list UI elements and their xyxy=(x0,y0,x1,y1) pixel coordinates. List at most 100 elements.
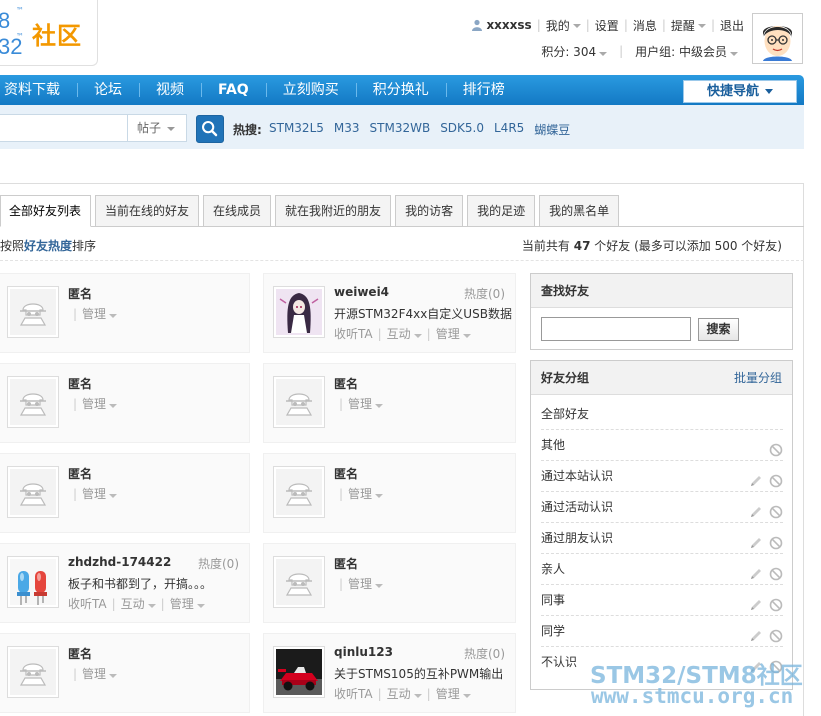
manage-menu[interactable]: 管理 xyxy=(436,325,471,342)
friend-avatar[interactable] xyxy=(273,376,325,428)
hot-search-link[interactable]: 蝴蝶豆 xyxy=(534,121,570,138)
follow-link[interactable]: 收听TA xyxy=(68,595,107,612)
find-friend-title: 查找好友 xyxy=(531,274,792,308)
friend-actions: | 管理 xyxy=(334,395,384,412)
friend-name[interactable]: qinlu123 xyxy=(334,645,393,659)
friend-avatar[interactable] xyxy=(7,466,59,518)
manage-menu[interactable]: 管理 xyxy=(82,485,118,502)
separator: | xyxy=(73,666,78,681)
find-friend-input[interactable] xyxy=(541,317,691,341)
nav-item-forum[interactable]: 论坛 xyxy=(77,75,139,105)
hot-search-list: STM32L5 M33 STM32WB SDK5.0 L4R5 蝴蝶豆 xyxy=(269,121,570,138)
friend-avatar[interactable] xyxy=(273,466,325,518)
hot-search-link[interactable]: STM32L5 xyxy=(269,121,324,138)
usergroup-menu[interactable]: 用户组: 中级会员 xyxy=(635,43,738,60)
group-item[interactable]: 其他 xyxy=(541,430,783,461)
group-item[interactable]: 同学 xyxy=(541,616,783,647)
group-label: 通过活动认识 xyxy=(541,500,614,514)
tab-my-visitors[interactable]: 我的访客 xyxy=(395,195,464,227)
friend-name[interactable]: 匿名 xyxy=(68,375,92,392)
friend-name[interactable]: 匿名 xyxy=(334,375,358,392)
hot-search-link[interactable]: M33 xyxy=(334,121,360,138)
hot-search-link[interactable]: L4R5 xyxy=(494,121,524,138)
friend-avatar[interactable] xyxy=(7,646,59,698)
friend-avatar[interactable] xyxy=(7,286,59,338)
friend-avatar[interactable] xyxy=(7,376,59,428)
group-item[interactable]: 同事 xyxy=(541,585,783,616)
my-menu[interactable]: 我的 xyxy=(546,17,581,34)
logout-link[interactable]: 退出 xyxy=(720,17,744,34)
nav-item-buy[interactable]: 立刻购买 xyxy=(265,75,356,105)
tab-online-friends[interactable]: 当前在线的好友 xyxy=(95,195,200,227)
follow-link[interactable]: 收听TA xyxy=(334,325,373,342)
friend-name[interactable]: 匿名 xyxy=(68,465,92,482)
sort-by-heat-link[interactable]: 好友热度 xyxy=(24,239,72,253)
tab-online-members[interactable]: 在线成员 xyxy=(203,195,272,227)
interact-menu[interactable]: 互动 xyxy=(387,325,422,342)
tab-my-footprints[interactable]: 我的足迹 xyxy=(467,195,536,227)
caret-down-icon xyxy=(147,604,156,608)
manage-menu[interactable]: 管理 xyxy=(170,595,205,612)
settings-link[interactable]: 设置 xyxy=(595,17,619,34)
find-friend-button[interactable]: 搜索 xyxy=(698,318,739,341)
group-item[interactable]: 全部好友 xyxy=(541,399,783,430)
anonymous-user-icon xyxy=(276,379,322,425)
tab-all-friends[interactable]: 全部好友列表 xyxy=(0,195,92,227)
reminders-menu[interactable]: 提醒 xyxy=(671,17,706,34)
manage-menu[interactable]: 管理 xyxy=(348,485,384,502)
search-input[interactable] xyxy=(0,114,128,142)
search-button[interactable] xyxy=(196,115,224,143)
anonymous-user-icon xyxy=(276,559,322,605)
friend-groups-title: 好友分组 xyxy=(541,371,590,385)
nav-item-points-gift[interactable]: 积分换礼 xyxy=(355,75,446,105)
nav-item-faq[interactable]: FAQ xyxy=(201,75,266,105)
quick-nav-button[interactable]: 快捷导航 xyxy=(683,80,797,103)
manage-menu[interactable]: 管理 xyxy=(82,665,118,682)
nav-item-downloads[interactable]: 资料下载 xyxy=(0,75,77,105)
friend-heat: 热度(0) xyxy=(198,557,239,571)
manage-menu[interactable]: 管理 xyxy=(82,395,118,412)
friend-avatar[interactable] xyxy=(273,286,325,338)
friend-name[interactable]: 匿名 xyxy=(334,555,358,572)
group-item[interactable]: 通过朋友认识 xyxy=(541,523,783,554)
username-link[interactable]: xxxxss xyxy=(486,18,531,32)
interact-menu[interactable]: 互动 xyxy=(121,595,156,612)
friend-card: 匿名 | 管理 xyxy=(263,363,516,443)
main-nav: 资料下载 论坛 视频 FAQ 立刻购买 积分换礼 排行榜 快捷导航 xyxy=(0,75,804,105)
nav-item-video[interactable]: 视频 xyxy=(139,75,201,105)
group-item[interactable]: 亲人 xyxy=(541,554,783,585)
tab-nearby-friends[interactable]: 就在我附近的朋友 xyxy=(275,195,392,227)
friend-actions: 收听TA | 互动 | 管理 xyxy=(334,325,471,342)
friend-name[interactable]: zhdzhd-174422 xyxy=(68,555,171,569)
tab-blacklist[interactable]: 我的黑名单 xyxy=(539,195,620,227)
find-friend-box: 查找好友 搜索 xyxy=(530,273,793,350)
friend-avatar[interactable] xyxy=(273,646,325,698)
follow-link[interactable]: 收听TA xyxy=(334,685,373,702)
separator: | xyxy=(377,326,382,341)
messages-link[interactable]: 消息 xyxy=(633,17,657,34)
site-logo[interactable]: 832 ™ ™ 社区 xyxy=(0,0,98,66)
friend-name[interactable]: weiwei4 xyxy=(334,285,389,299)
caret-down-icon xyxy=(196,604,205,608)
search-type-select[interactable]: 帖子 xyxy=(127,114,187,142)
manage-menu[interactable]: 管理 xyxy=(82,305,118,322)
friend-heat: 热度(0) xyxy=(464,287,505,301)
hot-search-link[interactable]: SDK5.0 xyxy=(440,121,484,138)
user-avatar[interactable] xyxy=(752,13,803,64)
points-menu[interactable]: 积分: 304 xyxy=(541,43,608,60)
friend-name[interactable]: 匿名 xyxy=(334,465,358,482)
group-item[interactable]: 通过本站认识 xyxy=(541,461,783,492)
hot-search-link[interactable]: STM32WB xyxy=(370,121,431,138)
friend-name[interactable]: 匿名 xyxy=(68,645,92,662)
friend-avatar[interactable] xyxy=(273,556,325,608)
user-stats: 积分: 304 | 用户组: 中级会员 xyxy=(541,42,738,60)
batch-group-link[interactable]: 批量分组 xyxy=(734,361,782,395)
interact-menu[interactable]: 互动 xyxy=(387,685,422,702)
manage-menu[interactable]: 管理 xyxy=(348,395,384,412)
manage-menu[interactable]: 管理 xyxy=(436,685,471,702)
friend-avatar[interactable] xyxy=(7,556,59,608)
nav-item-ranking[interactable]: 排行榜 xyxy=(445,75,522,105)
group-item[interactable]: 通过活动认识 xyxy=(541,492,783,523)
manage-menu[interactable]: 管理 xyxy=(348,575,384,592)
friend-name[interactable]: 匿名 xyxy=(68,285,92,302)
